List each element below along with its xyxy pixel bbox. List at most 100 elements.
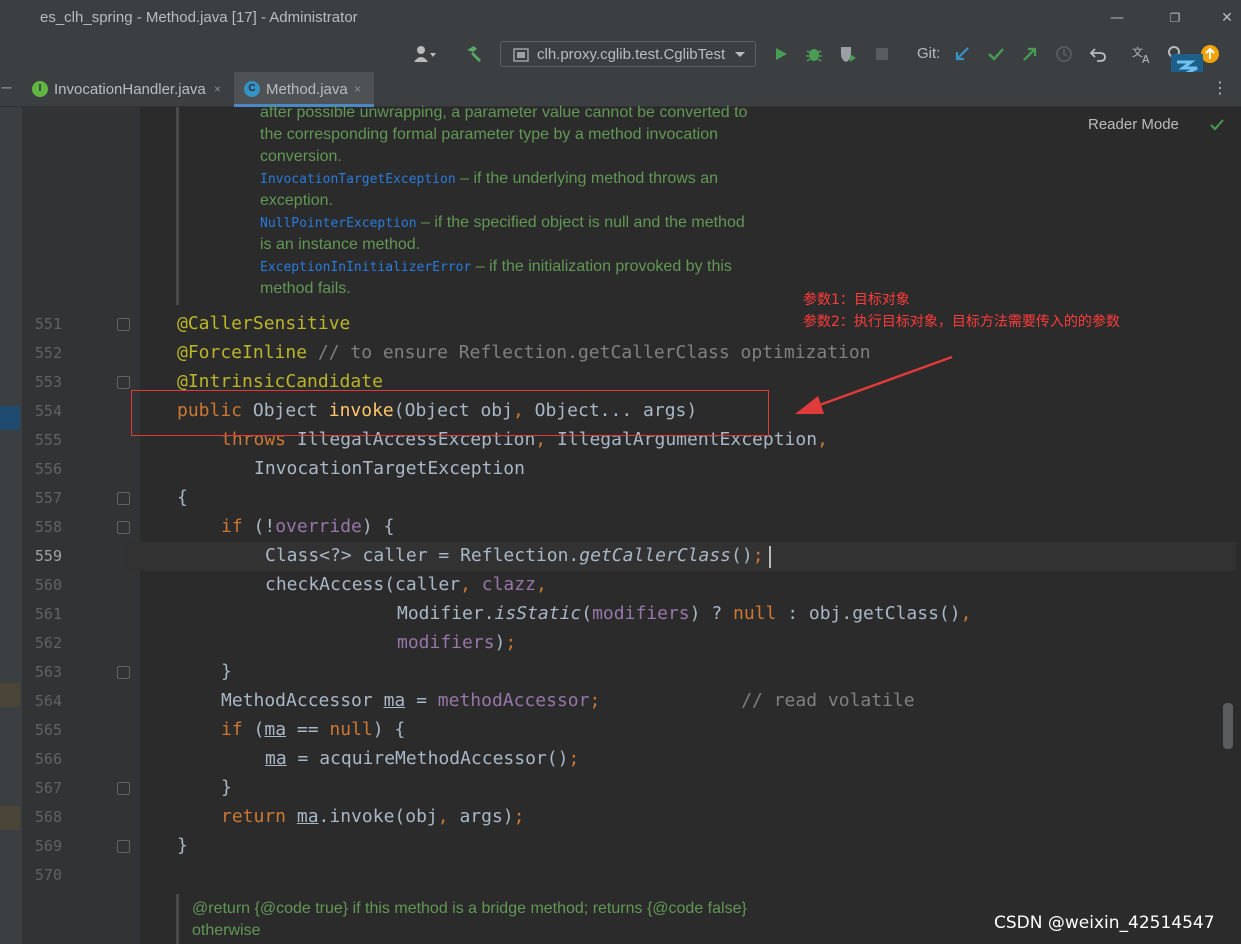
fold-marker[interactable]	[117, 782, 130, 795]
code-line-553: @IntrinsicCandidate	[177, 371, 383, 392]
git-update-icon[interactable]	[951, 36, 973, 72]
line-number: 553	[34, 373, 62, 391]
doc-text: is an instance method.	[260, 236, 421, 253]
annotation-highlight-box	[131, 390, 769, 436]
tab-invocationhandler[interactable]: I InvocationHandler.java ×	[22, 72, 234, 107]
left-tool-strip	[0, 107, 22, 944]
line-number: 551	[34, 315, 62, 333]
tab-method[interactable]: C Method.java ×	[234, 72, 374, 107]
fold-marker[interactable]	[117, 521, 130, 534]
doc-link[interactable]: InvocationTargetException	[260, 172, 456, 187]
line-number: 558	[34, 518, 62, 536]
doc-text: – if the initialization provoked by this	[471, 258, 732, 275]
annotation-arrow-icon	[795, 355, 953, 414]
line-number-current: 559	[34, 547, 62, 565]
doc-link[interactable]: NullPointerException	[260, 216, 417, 231]
code-line-562: modifiers);	[397, 632, 517, 653]
doc-comment-bar	[176, 107, 179, 305]
doc-text: exception.	[260, 192, 333, 209]
history-icon[interactable]	[1053, 36, 1075, 72]
code-line-561: Modifier.isStatic(modifiers) ? null : ob…	[397, 603, 972, 624]
line-number: 565	[34, 721, 62, 739]
text-caret	[769, 546, 771, 568]
debug-bug-icon[interactable]	[803, 36, 825, 72]
doc-text: otherwise	[192, 922, 261, 939]
translate-icon[interactable]: 文A	[1130, 36, 1154, 72]
build-hammer-icon[interactable]	[462, 36, 486, 72]
restore-button[interactable]: ❐	[1160, 6, 1190, 30]
line-number: 568	[34, 808, 62, 826]
code-line-558: if (!override) {	[221, 516, 395, 537]
annotation-text: 参数2：执行目标对象，目标方法需要传入的的参数	[803, 314, 1120, 330]
svg-text:A: A	[1142, 53, 1150, 64]
reader-mode-button[interactable]: Reader Mode	[1088, 116, 1179, 133]
change-marker	[0, 806, 20, 830]
chevron-down-icon	[735, 52, 745, 57]
fold-marker[interactable]	[117, 318, 130, 331]
line-number: 563	[34, 663, 62, 681]
close-icon[interactable]: ×	[354, 82, 361, 96]
class-icon: C	[244, 81, 260, 97]
code-line-556: InvocationTargetException	[254, 458, 525, 479]
stop-icon[interactable]	[871, 36, 893, 72]
run-configuration-select[interactable]: clh.proxy.cglib.test.CglibTest	[500, 41, 756, 67]
doc-text: after possible unwrapping, a parameter v…	[260, 104, 748, 121]
close-window-button[interactable]: ✕	[1212, 6, 1241, 30]
more-options-icon[interactable]: ⋮	[1212, 78, 1228, 97]
git-commit-icon[interactable]	[985, 36, 1007, 72]
line-number: 554	[34, 402, 62, 420]
fold-marker[interactable]	[117, 492, 130, 505]
line-number: 562	[34, 634, 62, 652]
watermark: CSDN @weixin_42514547	[994, 913, 1215, 933]
code-line-567: }	[221, 777, 232, 798]
doc-text: – if the specified object is null and th…	[416, 214, 745, 231]
code-line-552: @ForceInline // to ensure Reflection.get…	[177, 342, 871, 363]
change-marker	[0, 683, 20, 707]
main-toolbar: clh.proxy.cglib.test.CglibTest Git: 文A	[0, 36, 1241, 82]
user-icon[interactable]	[408, 36, 442, 72]
code-line-565: if (ma == null) {	[221, 719, 406, 740]
doc-text: the corresponding formal parameter type …	[260, 126, 719, 143]
git-label: Git:	[917, 45, 941, 62]
minimize-button[interactable]: —	[1102, 6, 1132, 30]
code-line-566: ma = acquireMethodAccessor();	[265, 748, 580, 769]
vertical-scrollbar[interactable]	[1223, 703, 1233, 749]
code-line-564: MethodAccessor ma = methodAccessor; // r…	[221, 690, 915, 711]
fold-marker[interactable]	[117, 840, 130, 853]
interface-icon: I	[32, 81, 48, 97]
tab-scroll-left-icon[interactable]: −	[0, 78, 13, 97]
doc-comment-bar	[176, 894, 179, 944]
annotation-text: 参数1：目标对象	[803, 292, 910, 308]
doc-link[interactable]: ExceptionInInitializerError	[260, 260, 471, 275]
line-number: 555	[34, 431, 62, 449]
line-number: 567	[34, 779, 62, 797]
bookmark-marker	[0, 406, 20, 430]
line-number: 564	[34, 692, 62, 710]
close-icon[interactable]: ×	[214, 82, 221, 96]
tab-label: Method.java	[266, 81, 348, 98]
tab-label: InvocationHandler.java	[54, 81, 206, 98]
fold-marker[interactable]	[117, 666, 130, 679]
code-line-559: Class<?> caller = Reflection.getCallerCl…	[265, 545, 764, 566]
git-push-icon[interactable]	[1019, 36, 1041, 72]
code-line-568: return ma.invoke(obj, args);	[221, 806, 525, 827]
revert-icon[interactable]	[1087, 36, 1109, 72]
line-number: 556	[34, 460, 62, 478]
inspection-ok-icon[interactable]	[1209, 118, 1225, 132]
line-number: 566	[34, 750, 62, 768]
line-number: 552	[34, 344, 62, 362]
code-line-557: {	[177, 487, 188, 508]
line-number: 560	[34, 576, 62, 594]
code-line-563: }	[221, 661, 232, 682]
code-line-551: @CallerSensitive	[177, 313, 351, 334]
doc-text: @return {@code true} if this method is a…	[192, 900, 747, 917]
doc-text: – if the underlying method throws an	[455, 170, 719, 187]
fold-marker[interactable]	[117, 376, 130, 389]
line-number: 570	[34, 866, 62, 884]
editor-tab-bar: − I InvocationHandler.java × C Method.ja…	[0, 72, 1241, 107]
code-line-560: checkAccess(caller, clazz,	[265, 574, 547, 595]
run-configuration-label: clh.proxy.cglib.test.CglibTest	[537, 46, 726, 63]
run-icon[interactable]	[770, 36, 792, 72]
title-bar: es_clh_spring - Method.java [17] - Admin…	[0, 0, 1241, 36]
coverage-icon[interactable]	[837, 36, 859, 72]
